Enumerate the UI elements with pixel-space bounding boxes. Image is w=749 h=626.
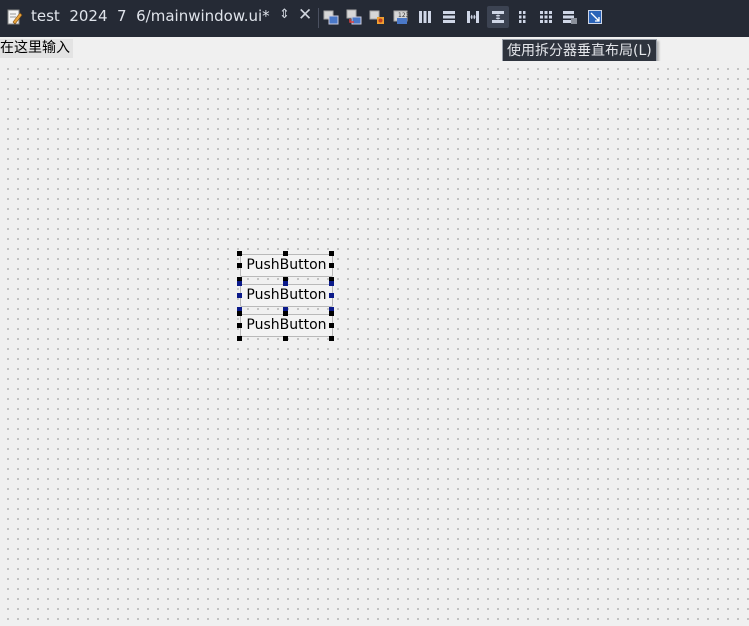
toolbar-separator [318,8,319,28]
resize-handle[interactable] [237,281,242,286]
layout-form-button[interactable] [511,6,533,28]
resize-handle[interactable] [329,263,334,268]
layout-vertical-icon [443,11,455,23]
form-canvas[interactable]: PushButton PushButton PushButton [0,61,749,626]
push-button-3[interactable]: PushButton [240,314,333,337]
break-layout-button[interactable] [559,6,581,28]
splitter-vertical-icon [492,11,504,23]
resize-handle[interactable] [237,323,242,328]
resize-handle[interactable] [329,323,334,328]
resize-handle[interactable] [329,293,334,298]
resize-handle[interactable] [283,251,288,256]
push-button-1[interactable]: PushButton [240,254,333,277]
layout-grid-button[interactable] [535,6,557,28]
resize-handle[interactable] [237,251,242,256]
svg-text:123: 123 [398,12,409,19]
resize-handle[interactable] [283,311,288,316]
edit-widgets-button[interactable] [320,6,342,28]
resize-handle[interactable] [329,336,334,341]
resize-handle[interactable] [329,251,334,256]
edit-widgets-icon [323,10,339,25]
resize-handle[interactable] [237,311,242,316]
resize-handle[interactable] [329,281,334,286]
resize-handle[interactable] [237,293,242,298]
splitter-horizontal-icon [467,11,479,23]
splitter-horizontal-button[interactable] [462,6,484,28]
document-edit-icon [7,8,23,30]
resize-handle[interactable] [329,311,334,316]
edit-buddies-icon [369,10,384,24]
resize-handle[interactable] [237,263,242,268]
adjust-size-button[interactable] [584,6,606,28]
resize-handle[interactable] [283,281,288,286]
resize-handle[interactable] [237,336,242,341]
edit-tab-order-icon: 123 [393,10,409,24]
layout-horizontal-icon [419,11,431,23]
edit-signals-button[interactable] [343,6,365,28]
adjust-size-icon [588,10,602,24]
layout-horizontal-button[interactable] [414,6,436,28]
document-title: test 2024 7 6/mainwindow.ui* [31,7,270,25]
layout-vertical-button[interactable] [438,6,460,28]
layout-form-icon [519,11,526,23]
edit-tab-order-button[interactable]: 123 [390,6,412,28]
break-layout-icon [563,11,577,24]
document-switch-icon[interactable]: ⇕ [279,7,290,22]
close-document-icon[interactable]: ✕ [298,5,312,25]
resize-handle[interactable] [283,336,288,341]
splitter-vertical-button[interactable] [487,6,509,28]
edit-buddies-button[interactable] [366,6,388,28]
push-button-2[interactable]: PushButton [240,284,333,307]
tooltip: 使用拆分器垂直布局(L) [502,39,657,63]
designer-toolbar: test 2024 7 6/mainwindow.ui* ⇕ ✕ 123 [0,0,749,37]
edit-signals-icon [346,9,362,25]
layout-grid-icon [540,11,552,23]
menu-type-here-placeholder[interactable]: 在这里输入 [0,39,73,58]
